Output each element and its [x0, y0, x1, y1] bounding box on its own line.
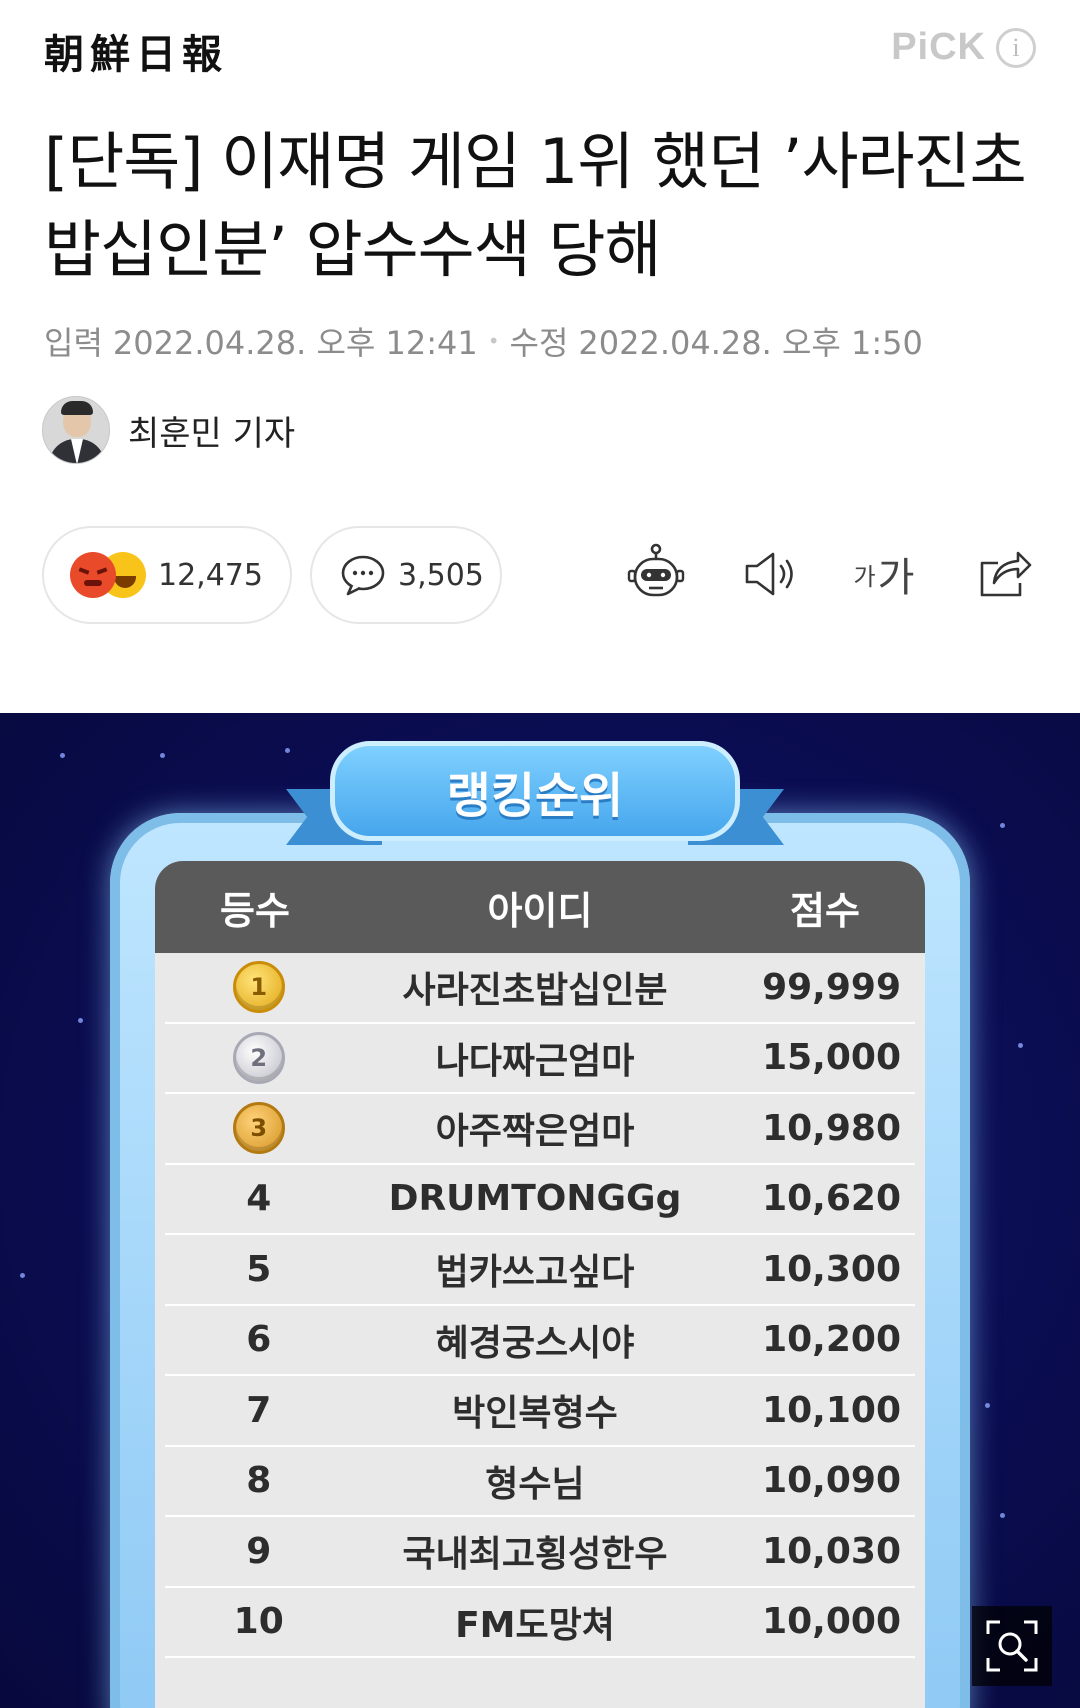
rank-cell: 6 [246, 1319, 272, 1361]
rank-cell: 5 [246, 1248, 272, 1290]
reporter-name[interactable]: 최훈민 기자 [128, 406, 295, 455]
reporter-info[interactable]: 최훈민 기자 [42, 396, 295, 464]
star-decoration [985, 1403, 990, 1408]
ranking-row: 2 나다짜근엄마 15,000 [165, 1024, 915, 1094]
info-icon[interactable]: i [996, 27, 1036, 68]
zoom-search-icon [986, 1620, 1038, 1672]
text-to-speech-button[interactable] [738, 540, 806, 608]
rank-cell: 7 [246, 1389, 272, 1431]
rank-cell: 4 [246, 1178, 272, 1220]
article-title: [단독] 이재명 게임 1위 했던 ’사라진초밥십인분’ 압수수색 당해 [44, 125, 1027, 286]
summary-bot-button[interactable] [622, 540, 690, 608]
masthead-logo[interactable]: 朝鮮日報 [44, 22, 228, 80]
published-label: 입력 [44, 324, 103, 362]
id-cell: DRUMTONGGg [388, 1178, 682, 1220]
rank-cell: 10 [233, 1601, 284, 1643]
score-cell: 10,000 [762, 1601, 901, 1643]
ranking-ribbon: 랭킹순위 [286, 741, 784, 851]
star-decoration [20, 1273, 25, 1278]
ranking-header-row: 등수 아이디 점수 [155, 861, 925, 953]
reactions-count: 12,475 [158, 557, 263, 593]
share-icon [980, 551, 1032, 597]
ranking-row: 7 박인복형수 10,100 [165, 1376, 915, 1447]
font-size-button[interactable]: 가 가 [850, 540, 918, 608]
star-decoration [1000, 823, 1005, 828]
star-decoration [60, 753, 65, 758]
ranking-title: 랭킹순위 [446, 768, 624, 824]
id-cell: 나다짜근엄마 [435, 1040, 635, 1082]
article-dates: 입력 2022.04.28. 오후 12:41 • 수정 2022.04.28.… [44, 318, 923, 364]
reactions-button[interactable]: 12,475 [42, 526, 292, 624]
gold-medal-icon: 1 [232, 961, 285, 1014]
ranking-row: 5 법카쓰고싶다 10,300 [165, 1235, 915, 1306]
id-cell: 형수님 [485, 1463, 585, 1505]
score-cell: 10,620 [762, 1178, 901, 1220]
silver-medal-icon: 2 [232, 1031, 285, 1084]
score-cell: 99,999 [762, 966, 901, 1008]
score-cell: 15,000 [762, 1037, 901, 1079]
header-score: 점수 [790, 888, 860, 933]
id-cell: 법카쓰고싶다 [435, 1252, 635, 1294]
ranking-rows: 1 사라진초밥십인분 99,999 2 나다짜근엄마 15,000 3 아주짝은엄마 10,98… [155, 953, 925, 1658]
star-decoration [78, 1018, 83, 1023]
id-cell: 혜경궁스시야 [435, 1322, 635, 1364]
bot-summary-icon [627, 543, 685, 597]
header-rank: 등수 [220, 888, 290, 933]
score-cell: 10,100 [762, 1389, 901, 1431]
rank-cell: 9 [246, 1530, 272, 1572]
comments-button[interactable]: 3,505 [310, 526, 502, 624]
score-cell: 10,980 [762, 1107, 901, 1149]
star-decoration [1018, 1043, 1023, 1048]
ranking-row: 10 FM도망쳐 10,000 [165, 1588, 915, 1658]
updated-datetime: 2022.04.28. 오후 1:50 [578, 324, 923, 362]
rank-cell: 2 [165, 1031, 352, 1084]
star-decoration [285, 748, 290, 753]
image-zoom-button[interactable] [972, 1606, 1052, 1686]
star-decoration [160, 753, 165, 758]
pick-badge[interactable]: PiCK i [891, 26, 1036, 69]
ranking-table: 등수 아이디 점수 1 사라진초밥십인분 99,999 2 나다짜근엄마 15,000 3 아… [155, 861, 925, 1708]
id-cell: 사라진초밥십인분 [402, 970, 668, 1012]
speaker-icon [745, 552, 793, 596]
comment-icon [341, 555, 385, 596]
id-cell: 박인복형수 [452, 1393, 618, 1435]
pick-label: PiCK [891, 26, 986, 68]
id-cell: FM도망쳐 [455, 1604, 615, 1646]
id-cell: 국내최고횡성한우 [402, 1534, 668, 1576]
ranking-row: 4 DRUMTONGGg 10,620 [165, 1165, 915, 1235]
updated-label: 수정 [509, 324, 569, 362]
ranking-row: 8 형수님 10,090 [165, 1447, 915, 1517]
score-cell: 10,200 [762, 1319, 901, 1361]
ranking-image[interactable]: 등수 아이디 점수 1 사라진초밥십인분 99,999 2 나다짜근엄마 15,000 3 아… [0, 713, 1080, 1708]
font-size-small-label: 가 [853, 562, 876, 591]
score-cell: 10,300 [762, 1248, 901, 1290]
date-separator: • [487, 329, 500, 353]
share-button[interactable] [970, 540, 1038, 608]
published-datetime: 2022.04.28. 오후 12:41 [112, 324, 478, 362]
comments-count: 3,505 [398, 557, 484, 593]
reporter-avatar[interactable] [42, 396, 110, 464]
star-decoration [1000, 1513, 1005, 1518]
score-cell: 10,030 [762, 1530, 901, 1572]
header-id: 아이디 [487, 888, 593, 933]
id-cell: 아주짝은엄마 [435, 1111, 635, 1153]
font-size-large-label: 가 [877, 555, 915, 601]
score-cell: 10,090 [762, 1460, 901, 1502]
rank-cell: 1 [165, 961, 352, 1014]
ranking-row: 6 혜경궁스시야 10,200 [165, 1306, 915, 1376]
rank-cell: 3 [165, 1102, 352, 1155]
ranking-row: 9 국내최고횡성한우 10,030 [165, 1517, 915, 1588]
angry-emoji-icon [70, 552, 116, 598]
ranking-row: 1 사라진초밥십인분 99,999 [165, 953, 915, 1024]
rank-cell: 8 [246, 1460, 272, 1502]
bronze-medal-icon: 3 [232, 1102, 285, 1155]
ranking-row: 3 아주짝은엄마 10,980 [165, 1094, 915, 1165]
